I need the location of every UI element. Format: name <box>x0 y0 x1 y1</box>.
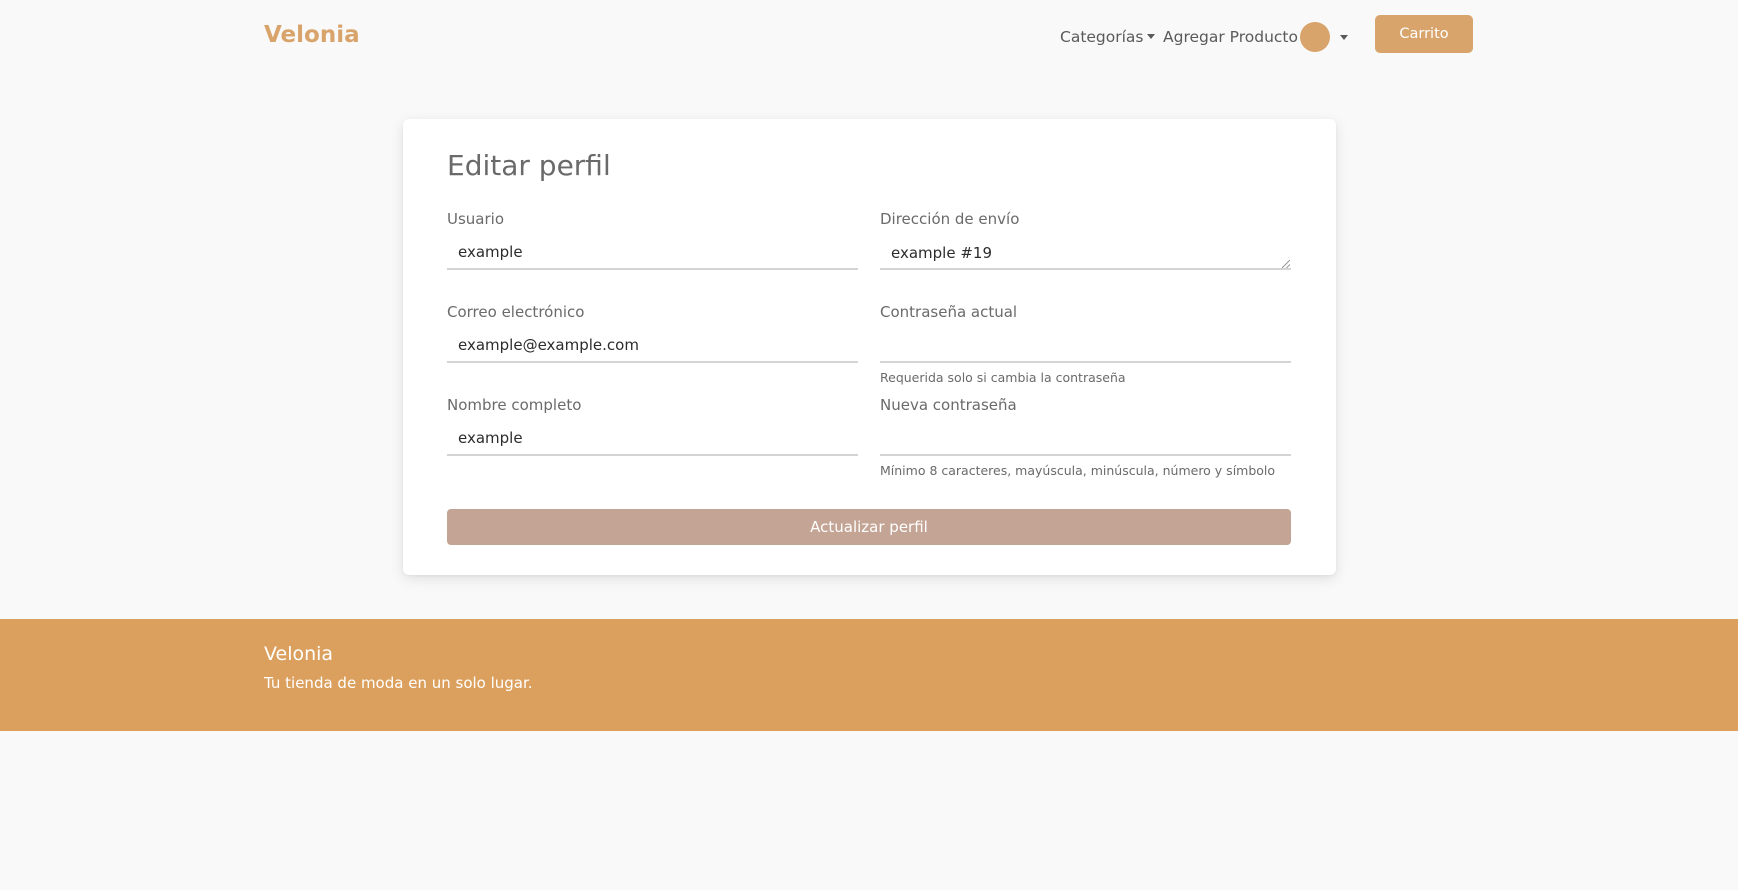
user-menu-caret-icon[interactable] <box>1340 35 1348 40</box>
new-password-hint: Mínimo 8 caracteres, mayúscula, minúscul… <box>880 463 1276 478</box>
edit-profile-card: Editar perfil Usuario Dirección de envío… <box>403 119 1336 575</box>
navbar: Velonia Categorías Agregar Producto Carr… <box>0 0 1738 76</box>
new-password-field: Nueva contraseña Mínimo 8 caracteres, ma… <box>880 396 1291 478</box>
resize-grip-icon[interactable] <box>1282 260 1290 268</box>
current-password-label: Contraseña actual <box>880 303 1018 321</box>
brand-logo[interactable]: Velonia <box>264 22 360 48</box>
update-profile-button[interactable]: Actualizar perfil <box>447 509 1291 545</box>
current-password-field: Contraseña actual Requerida solo si camb… <box>880 303 1291 385</box>
username-input[interactable] <box>447 236 858 270</box>
current-password-hint: Requerida solo si cambia la contraseña <box>880 370 1126 385</box>
full-name-input[interactable] <box>447 422 858 456</box>
nav-categories-dropdown[interactable]: Categorías <box>1060 28 1155 46</box>
email-field: Correo electrónico <box>447 303 858 363</box>
shipping-address-input[interactable]: example #19 <box>880 236 1291 270</box>
shipping-address-label: Dirección de envío <box>880 210 1020 228</box>
full-name-field: Nombre completo <box>447 396 858 456</box>
page-title: Editar perfil <box>447 149 611 182</box>
shipping-address-field: Dirección de envío example #19 <box>880 210 1291 270</box>
username-label: Usuario <box>447 210 505 228</box>
new-password-input[interactable] <box>880 422 1291 456</box>
new-password-label: Nueva contraseña <box>880 396 1017 414</box>
footer-tagline: Tu tienda de moda en un solo lugar. <box>264 674 533 692</box>
current-password-input[interactable] <box>880 329 1291 363</box>
caret-down-icon <box>1146 34 1155 39</box>
cart-button[interactable]: Carrito <box>1375 15 1473 53</box>
username-field: Usuario <box>447 210 858 270</box>
full-name-label: Nombre completo <box>447 396 582 414</box>
nav-add-product[interactable]: Agregar Producto <box>1163 28 1298 46</box>
footer: Velonia Tu tienda de moda en un solo lug… <box>0 619 1738 731</box>
email-input[interactable] <box>447 329 858 363</box>
footer-brand: Velonia <box>264 643 334 665</box>
email-label: Correo electrónico <box>447 303 585 321</box>
nav-categories-label: Categorías <box>1060 28 1144 46</box>
user-avatar[interactable] <box>1300 22 1330 52</box>
